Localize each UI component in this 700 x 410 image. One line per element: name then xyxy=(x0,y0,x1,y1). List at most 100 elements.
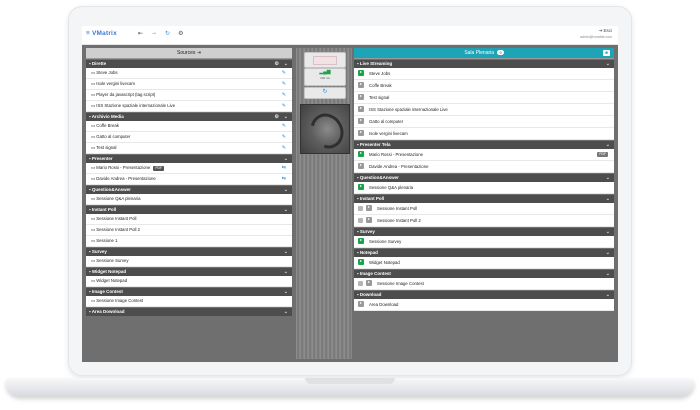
play-icon[interactable] xyxy=(358,237,364,244)
edit-icon[interactable]: ✎ xyxy=(282,121,286,131)
source-section-header[interactable]: ▪ Instant Poll ⌄ xyxy=(86,206,292,214)
source-item[interactable]: ▭ Widget Notepad xyxy=(86,276,292,287)
collapse-icon[interactable]: ⇤ xyxy=(138,30,143,37)
source-item[interactable]: ▭ Test signal ✎ xyxy=(86,143,292,154)
play-icon[interactable] xyxy=(358,117,364,124)
room-item[interactable]: Mario Rossi - Presentazione PDF xyxy=(354,149,614,161)
chevron-down-icon[interactable]: ⌄ xyxy=(284,206,288,214)
link-icon[interactable]: ⇆ xyxy=(282,174,286,184)
source-section-header[interactable]: ▪ Dirette ⚙ ⌄ xyxy=(86,60,292,68)
play-icon[interactable] xyxy=(358,150,364,157)
preview-button[interactable] xyxy=(304,52,346,68)
source-item[interactable]: ▭ Mario Rossi - Presentazione PDF ⇆ xyxy=(86,163,292,174)
chevron-down-icon[interactable]: ⌄ xyxy=(606,195,610,203)
room-section-header[interactable]: ▪ Download ⌄ xyxy=(354,291,614,299)
edit-icon[interactable]: ✎ xyxy=(282,68,286,78)
gear-icon[interactable]: ⚙ xyxy=(275,113,279,121)
chevron-down-icon[interactable]: ⌄ xyxy=(606,249,610,257)
source-section-header[interactable]: ▪ Archivio Media ⚙ ⌄ xyxy=(86,113,292,121)
room-item[interactable]: Widget Notepad xyxy=(354,257,614,269)
chevron-down-icon[interactable]: ⌄ xyxy=(284,268,288,276)
chevron-down-icon[interactable]: ⌄ xyxy=(606,60,610,68)
source-item[interactable]: ▭ ISS Stazione spaziale internazionale L… xyxy=(86,101,292,112)
source-item[interactable]: ▭ Sessione Image Contest xyxy=(86,296,292,307)
room-item[interactable]: Gatto al computer xyxy=(354,116,614,128)
chevron-down-icon[interactable]: ⌄ xyxy=(606,141,610,149)
source-item[interactable]: ▭ Coffe Break ✎ xyxy=(86,121,292,132)
play-icon[interactable] xyxy=(358,183,364,190)
source-item[interactable]: ▭ Player da javascript (tag script) ✎ xyxy=(86,90,292,101)
room-item[interactable]: ISS Stazione spaziale internazionale Liv… xyxy=(354,104,614,116)
room-section-header[interactable]: ▪ Presenter Tela ⌄ xyxy=(354,141,614,149)
edit-icon[interactable]: ✎ xyxy=(282,132,286,142)
play-icon[interactable] xyxy=(358,162,364,169)
play-icon[interactable] xyxy=(358,105,364,112)
source-section-header[interactable]: ▪ Question&Answer ⌄ xyxy=(86,186,292,194)
room-section-header[interactable]: ▪ Survey ⌄ xyxy=(354,228,614,236)
room-menu-icon[interactable]: ■ xyxy=(603,50,610,56)
source-item[interactable]: ▭ Sessione Instant Poll 2 xyxy=(86,225,292,236)
edit-icon[interactable]: ✎ xyxy=(282,79,286,89)
play-icon[interactable] xyxy=(358,258,364,265)
edit-icon[interactable]: ✎ xyxy=(282,143,286,153)
chevron-down-icon[interactable]: ⌄ xyxy=(606,291,610,299)
refresh-button[interactable]: ↻ xyxy=(304,87,346,99)
refresh-icon[interactable]: ↻ xyxy=(165,30,170,37)
source-section-header[interactable]: ▪ Presenter ⌄ xyxy=(86,155,292,163)
chevron-down-icon[interactable]: ⌄ xyxy=(606,228,610,236)
play-icon[interactable] xyxy=(366,216,372,223)
room-item[interactable]: Sessione Image Contest xyxy=(354,278,614,290)
play-icon[interactable] xyxy=(358,129,364,136)
source-section-header[interactable]: ▪ Image Contest ⌄ xyxy=(86,288,292,296)
chevron-down-icon[interactable]: ⌄ xyxy=(284,155,288,163)
room-item[interactable]: Sessione Instant Poll 2 xyxy=(354,215,614,227)
play-icon[interactable] xyxy=(366,204,372,211)
play-icon[interactable] xyxy=(366,279,372,286)
source-section-header[interactable]: ▪ Survey ⌄ xyxy=(86,248,292,256)
arrow-right-icon[interactable]: → xyxy=(151,30,157,37)
chevron-down-icon[interactable]: ⌄ xyxy=(606,174,610,182)
edit-icon[interactable]: ✎ xyxy=(282,90,286,100)
chevron-down-icon[interactable]: ⌄ xyxy=(606,270,610,278)
room-section-header[interactable]: ▪ Image Contest ⌄ xyxy=(354,270,614,278)
room-section-header[interactable]: ▪ Question&Answer ⌄ xyxy=(354,174,614,182)
room-item[interactable]: Isole vergini livecam xyxy=(354,128,614,140)
room-item[interactable]: Sessione Instant Poll xyxy=(354,203,614,215)
room-section-header[interactable]: ▪ Live Streaming ⌄ xyxy=(354,60,614,68)
link-icon[interactable]: ⇆ xyxy=(282,163,286,173)
source-item[interactable]: ▭ Davide Andrea - Presentazione ⇆ xyxy=(86,174,292,185)
play-icon[interactable] xyxy=(358,69,364,76)
room-section-header[interactable]: ▪ Instant Poll ⌄ xyxy=(354,195,614,203)
user-menu[interactable]: ⇥ Esci admin@vmatrix.com xyxy=(580,28,612,40)
chevron-down-icon[interactable]: ⌄ xyxy=(284,288,288,296)
room-item[interactable]: Test signal xyxy=(354,92,614,104)
room-item[interactable]: Steve Jobs xyxy=(354,68,614,80)
edit-icon[interactable]: ✎ xyxy=(282,101,286,111)
play-icon[interactable] xyxy=(358,300,364,307)
room-section-header[interactable]: ▪ Notepad ⌄ xyxy=(354,249,614,257)
chevron-down-icon[interactable]: ⌄ xyxy=(284,308,288,316)
settings-icon[interactable]: ⚙ xyxy=(178,30,183,37)
source-section-header[interactable]: ▪ Widget Notepad ⌄ xyxy=(86,268,292,276)
chevron-down-icon[interactable]: ⌄ xyxy=(284,60,288,68)
room-item[interactable]: Sessione Survey xyxy=(354,236,614,248)
gear-icon[interactable]: ⚙ xyxy=(275,60,279,68)
source-item[interactable]: ▭ Sessione Survey xyxy=(86,256,292,267)
chevron-down-icon[interactable]: ⌄ xyxy=(284,248,288,256)
chevron-down-icon[interactable]: ⌄ xyxy=(284,186,288,194)
source-item[interactable]: ▭ Sessione Q&A plenaria xyxy=(86,194,292,205)
chevron-down-icon[interactable]: ⌄ xyxy=(284,113,288,121)
source-section-header[interactable]: ▪ Area Download ⌄ xyxy=(86,308,292,316)
room-item[interactable]: Davide Andrea - Presentazione xyxy=(354,161,614,173)
app-logo[interactable]: ≡ VMatrix xyxy=(86,30,117,37)
play-icon[interactable] xyxy=(358,81,364,88)
source-item[interactable]: ▭ Sessione 1 xyxy=(86,236,292,247)
room-item[interactable]: Sessione Q&A plenaria xyxy=(354,182,614,194)
source-item[interactable]: ▭ Sessione Instant Poll xyxy=(86,214,292,225)
room-item[interactable]: Coffe Break xyxy=(354,80,614,92)
room-item[interactable]: Area Download xyxy=(354,299,614,311)
source-item[interactable]: ▭ Steve Jobs ✎ xyxy=(86,68,292,79)
source-item[interactable]: ▭ Isole vergini livecam ✎ xyxy=(86,79,292,90)
play-icon[interactable] xyxy=(358,93,364,100)
source-item[interactable]: ▭ Gatto al computer ✎ xyxy=(86,132,292,143)
